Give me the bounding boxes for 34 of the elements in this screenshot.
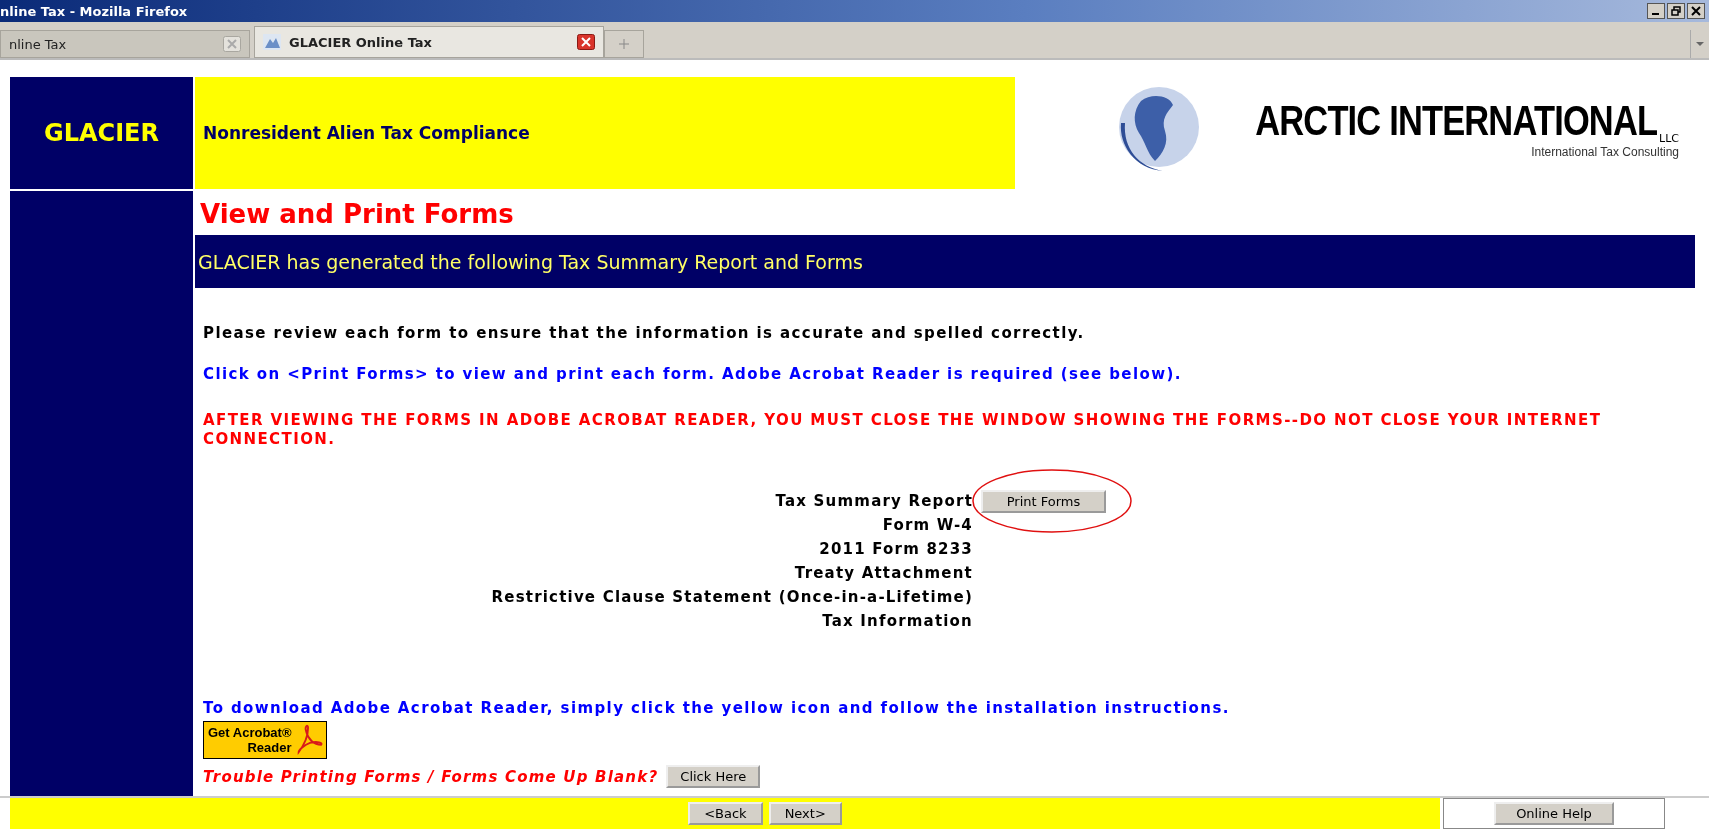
click-here-button[interactable]: Click Here (666, 765, 761, 788)
print-forms-button[interactable]: Print Forms (981, 489, 1106, 513)
page-title: View and Print Forms (200, 199, 515, 229)
favicon-icon (263, 34, 281, 50)
form-name: Tax Information (821, 612, 973, 630)
company-slogan: International Tax Consulting (1531, 145, 1679, 159)
get-acrobat-reader-button[interactable]: Get Acrobat® Reader (203, 721, 327, 759)
brand-name: GLACIER (44, 119, 159, 147)
instruction-text: Please review each form to ensure that the information is accurate and spelled correctly. (203, 324, 1086, 343)
tagline: Nonresident Alien Tax Compliance (203, 123, 530, 143)
form-name: Restrictive Clause Statement (Once-in-a-Lifetime) (490, 588, 973, 606)
acrobat-download-text: To download Adobe Acrobat Reader, simply click the yellow icon and follow the installation instructions. (203, 699, 1231, 717)
back-button[interactable]: <Back (688, 802, 763, 825)
form-name: 2011 Form 8233 (818, 540, 973, 558)
form-name: Form W-4 (881, 516, 973, 534)
banner-text: GLACIER has generated the following Tax Summary Report and Forms (198, 250, 863, 273)
form-name: Treaty Attachment (793, 564, 973, 582)
company-suffix: LLC (1659, 132, 1679, 145)
instruction-text: Click on <Print Forms> to view and print each form. Adobe Acrobat Reader is required (see below). (203, 365, 1183, 384)
company-name: ARCTIC INTERNATIONAL (1255, 97, 1658, 145)
caret-icon (1696, 41, 1704, 47)
next-button[interactable]: Next> (768, 802, 842, 825)
close-icon[interactable] (1687, 3, 1705, 19)
restore-icon[interactable] (1667, 3, 1685, 19)
window-title: nline Tax - Mozilla Firefox (0, 3, 188, 19)
instruction-text: AFTER VIEWING THE FORMS IN ADOBE ACROBAT READER, YOU MUST CLOSE THE WINDOW SHOWING THE FORMS--DO NOT CLOSE YOUR INTERNET CONNECTION. (203, 411, 1603, 449)
close-tab-icon[interactable] (577, 34, 595, 50)
browser-tab[interactable]: GLACIER Online Tax (254, 26, 604, 58)
minimize-icon[interactable] (1647, 3, 1665, 19)
browser-tab[interactable]: nline Tax (0, 30, 250, 58)
form-name: Tax Summary Report (774, 492, 973, 510)
trouble-text: Trouble Printing Forms / Forms Come Up Blank? (203, 767, 659, 786)
plus-icon (618, 38, 630, 50)
online-help-button[interactable]: Online Help (1494, 802, 1614, 825)
